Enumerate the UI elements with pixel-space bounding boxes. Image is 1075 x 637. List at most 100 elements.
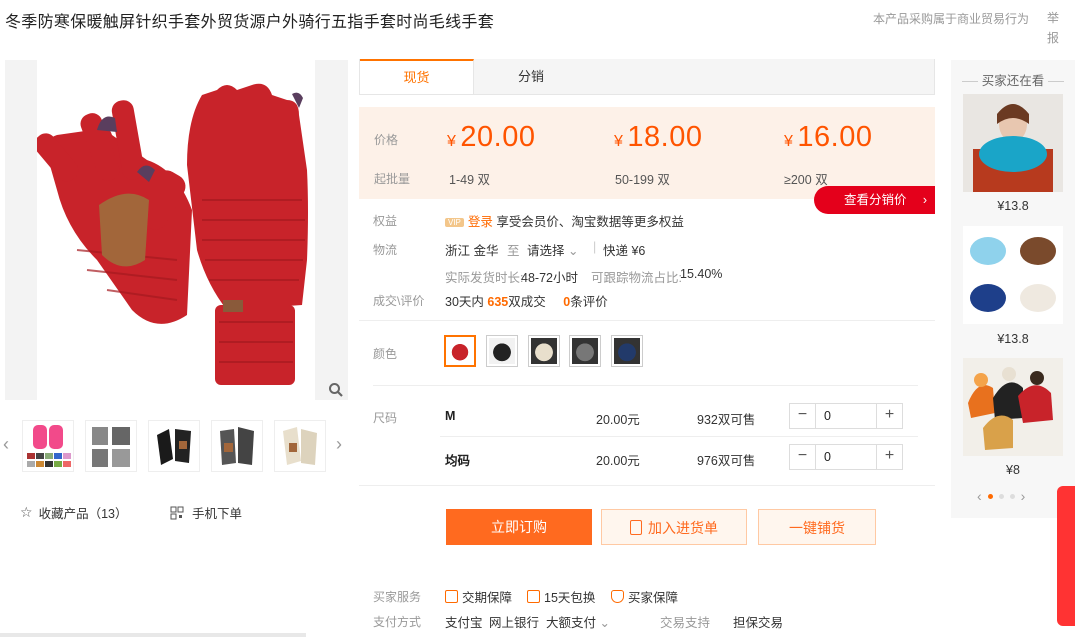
quantity-stepper: − 0 + bbox=[789, 403, 903, 429]
product-title: 冬季防寒保暖触屏针织手套外贸货源户外骑行五指手套时尚毛线手套 bbox=[5, 14, 495, 31]
carousel-nav: ‹ › bbox=[977, 488, 1025, 504]
thumbnail[interactable] bbox=[274, 420, 326, 472]
side-promo-tab[interactable] bbox=[1057, 486, 1075, 626]
thumbnail-pink-gloves-image bbox=[27, 425, 71, 467]
range-tier-2: 50-199 双 bbox=[615, 173, 670, 187]
calendar-icon bbox=[527, 590, 540, 603]
favorite-product-button[interactable]: ☆ 收藏产品（13） bbox=[20, 503, 127, 522]
divider bbox=[359, 320, 935, 321]
recommend-scarf-image bbox=[963, 94, 1063, 192]
recommend-price: ¥13.8 bbox=[997, 199, 1029, 213]
main-product-image[interactable] bbox=[5, 60, 348, 400]
destination-select[interactable]: 请选择 ⌄ bbox=[527, 240, 578, 259]
view-distribution-price-button[interactable]: 查看分销价 › bbox=[814, 186, 935, 214]
size-name: M bbox=[445, 409, 456, 423]
trade-support-label: 交易支持 bbox=[660, 616, 711, 630]
report-link[interactable]: 举报 bbox=[1047, 8, 1059, 48]
price-tier-1: ¥20.00 bbox=[447, 121, 536, 153]
thumbnail[interactable] bbox=[148, 420, 200, 472]
thumbnail[interactable] bbox=[211, 420, 263, 472]
shield-icon bbox=[611, 590, 624, 603]
size-stock: 976双可售 bbox=[697, 454, 756, 468]
quantity-input[interactable]: 0 bbox=[815, 445, 877, 469]
recommend-hats-image bbox=[963, 358, 1063, 456]
rights-text: 享受会员价、淘宝数据等更多权益 bbox=[496, 215, 684, 229]
recommend-item[interactable] bbox=[963, 94, 1063, 192]
offer-tabs: 现货 分销 bbox=[359, 59, 935, 95]
rights-label: 权益 bbox=[373, 214, 398, 228]
thumb-prev-icon[interactable]: ‹ bbox=[3, 434, 9, 455]
deal-info: 30天内 635双成交 0条评价 bbox=[445, 295, 608, 309]
recommend-item[interactable] bbox=[963, 358, 1063, 456]
also-viewed-title: 买家还在看 bbox=[951, 70, 1075, 89]
minus-icon[interactable]: − bbox=[790, 445, 815, 469]
payment-alipay: 支付宝 bbox=[445, 616, 483, 630]
color-swatch-navy[interactable] bbox=[611, 335, 643, 367]
zoom-icon[interactable] bbox=[328, 382, 344, 398]
recommend-item[interactable] bbox=[963, 226, 1063, 324]
buy-now-button[interactable]: 立即订购 bbox=[446, 509, 592, 545]
thumbnail[interactable] bbox=[22, 420, 74, 472]
thumbnail[interactable] bbox=[85, 420, 137, 472]
trade-support: 担保交易 bbox=[733, 616, 784, 630]
chevron-down-icon: ⌄ bbox=[568, 244, 579, 258]
chevron-down-icon: ⌄ bbox=[599, 616, 610, 630]
recommend-price: ¥13.8 bbox=[997, 332, 1029, 346]
payment-large[interactable]: 大额支付 ⌄ bbox=[546, 612, 610, 631]
carousel-dot[interactable] bbox=[998, 493, 1004, 499]
tab-distribution[interactable]: 分销 bbox=[474, 59, 588, 94]
ship-from: 浙江 金华 bbox=[445, 244, 499, 258]
chevron-right-icon[interactable]: › bbox=[1021, 488, 1026, 504]
favorite-label: 收藏产品（13） bbox=[38, 507, 128, 521]
service-delivery[interactable]: 交期保障 bbox=[445, 587, 512, 606]
trade-note: 本产品采购属于商业贸易行为 bbox=[873, 12, 1030, 26]
one-click-ship-button[interactable]: 一键铺货 bbox=[758, 509, 876, 545]
mobile-order-button[interactable]: 手机下单 bbox=[170, 503, 242, 522]
scrollbar-track bbox=[0, 633, 306, 637]
price-tier-3: ¥16.00 bbox=[784, 121, 873, 153]
deal-label: 成交\评价 bbox=[373, 294, 425, 308]
size-price: 20.00元 bbox=[596, 413, 640, 427]
color-swatch-cream[interactable] bbox=[528, 335, 560, 367]
plus-icon[interactable]: + bbox=[877, 404, 902, 428]
track-label: 可跟踪物流占比: bbox=[591, 271, 682, 285]
quantity-input[interactable]: 0 bbox=[815, 404, 877, 428]
mobile-order-label: 手机下单 bbox=[192, 507, 243, 521]
recommend-snood-image bbox=[963, 226, 1063, 324]
divider: | bbox=[593, 240, 597, 254]
vip-badge: VIP bbox=[445, 218, 464, 228]
divider bbox=[440, 436, 918, 437]
color-swatch-gray[interactable] bbox=[569, 335, 601, 367]
range-tier-1: 1-49 双 bbox=[449, 173, 490, 187]
express-fee: 快递 ¥6 bbox=[603, 244, 646, 258]
thumbnail-charcoal-gloves-image bbox=[220, 427, 254, 465]
thumb-next-icon[interactable]: › bbox=[336, 434, 342, 455]
service-exchange[interactable]: 15天包换 bbox=[527, 587, 595, 606]
service-protection[interactable]: 买家保障 bbox=[611, 587, 678, 606]
chevron-left-icon[interactable]: ‹ bbox=[977, 488, 982, 504]
login-link[interactable]: 登录 bbox=[468, 215, 493, 229]
minus-icon[interactable]: − bbox=[790, 404, 815, 428]
divider bbox=[359, 485, 935, 486]
plus-icon[interactable]: + bbox=[877, 445, 902, 469]
also-viewed-panel: 买家还在看 ¥13.8 ¥13.8 ¥8 ‹ › bbox=[951, 60, 1075, 518]
payment-bank: 网上银行 bbox=[489, 616, 540, 630]
tab-in-stock[interactable]: 现货 bbox=[360, 59, 474, 94]
thumbnail-strip: ‹ › bbox=[3, 412, 348, 476]
qr-code-icon bbox=[170, 506, 184, 519]
divider bbox=[373, 385, 918, 386]
carousel-dot[interactable] bbox=[987, 493, 993, 499]
size-name: 均码 bbox=[445, 454, 471, 468]
color-swatch-black[interactable] bbox=[486, 335, 518, 367]
thumbnail-cream-gloves-image bbox=[283, 427, 317, 465]
clipboard-icon bbox=[630, 520, 642, 535]
thumbnail-black-gloves-image bbox=[157, 429, 191, 465]
quantity-stepper: − 0 + bbox=[789, 444, 903, 470]
color-swatch-red[interactable] bbox=[444, 335, 476, 367]
ship-to-label: 至 bbox=[507, 244, 520, 258]
size-label: 尺码 bbox=[373, 411, 398, 425]
chevron-right-icon: › bbox=[922, 193, 927, 207]
add-to-cart-button[interactable]: 加入进货单 bbox=[601, 509, 747, 545]
carousel-dot[interactable] bbox=[1009, 493, 1015, 499]
ship-time-label: 实际发货时长: bbox=[445, 271, 524, 285]
